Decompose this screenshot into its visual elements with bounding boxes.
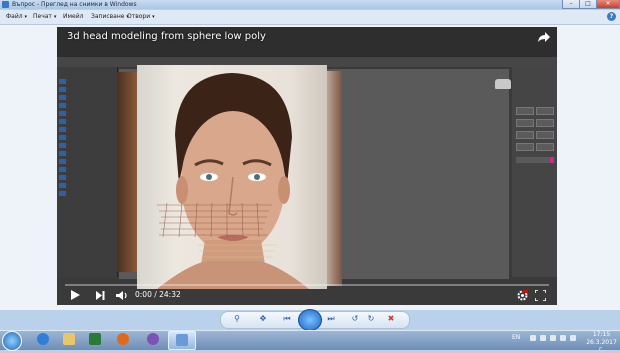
face-reference-drawing — [157, 73, 309, 289]
photo-viewer-icon[interactable] — [168, 331, 196, 350]
fullscreen-icon[interactable] — [535, 290, 546, 301]
close-icon: ✕ — [605, 0, 611, 7]
panel-button — [516, 143, 534, 151]
menu-print[interactable]: Печат ▾ — [33, 10, 56, 24]
notification-icon[interactable] — [570, 335, 576, 341]
panel-button — [536, 119, 554, 127]
color-swatch-row — [516, 157, 552, 163]
delete-icon[interactable]: ✖ — [384, 312, 398, 326]
share-icon[interactable] — [537, 31, 551, 43]
minimize-button[interactable]: – — [562, 0, 580, 9]
clock-date[interactable]: 26.3.2017 г. — [585, 339, 618, 353]
title-bar[interactable]: Въпрос - Преглед на снимки в Windows — [0, 0, 620, 9]
maximize-icon: □ — [585, 0, 591, 7]
app-left-icons — [59, 79, 66, 199]
menu-email[interactable]: Имейл — [63, 10, 83, 24]
close-button[interactable]: ✕ — [596, 0, 620, 9]
time-display: 0:00 / 24:32 — [135, 290, 181, 299]
app-icon — [2, 1, 9, 8]
tray-icon[interactable] — [540, 335, 546, 341]
fit-icon[interactable]: ✥ — [256, 312, 270, 326]
volume-icon[interactable] — [115, 290, 128, 301]
settings-icon[interactable] — [517, 290, 528, 301]
minimize-icon: – — [569, 0, 573, 7]
menu-save[interactable]: Записване ▾ — [91, 10, 129, 24]
media-player-icon[interactable] — [82, 331, 108, 348]
previous-icon[interactable]: ⏮ — [280, 312, 294, 326]
rotate-left-icon[interactable]: ↺ — [348, 312, 362, 326]
internet-explorer-icon[interactable] — [30, 331, 56, 348]
play-icon[interactable] — [69, 289, 81, 301]
progress-bar[interactable] — [65, 284, 549, 286]
panel-button — [536, 107, 554, 115]
app-right-panel — [512, 67, 557, 277]
zoom-icon[interactable]: ⚲ — [230, 312, 244, 326]
tray-icon[interactable] — [530, 335, 536, 341]
window-title: Въпрос - Преглед на снимки в Windows — [12, 1, 137, 8]
next-icon[interactable] — [95, 291, 105, 300]
panel-button — [516, 107, 534, 115]
start-button[interactable] — [2, 331, 22, 351]
panel-button — [536, 131, 554, 139]
hat-icon — [495, 79, 511, 89]
side-reference-photo — [117, 72, 137, 272]
video-player[interactable]: 3d head modeling from sphere low poly 0:… — [57, 27, 557, 305]
network-icon[interactable] — [550, 335, 556, 341]
menu-open[interactable]: Отвори ▾ — [127, 10, 155, 24]
maximize-button[interactable]: □ — [579, 0, 597, 9]
panel-button — [536, 143, 554, 151]
slideshow-icon[interactable] — [298, 309, 322, 331]
video-title[interactable]: 3d head modeling from sphere low poly — [67, 31, 266, 42]
viber-icon[interactable] — [140, 331, 166, 348]
clock-time[interactable]: 17:15 — [585, 331, 618, 338]
panel-button — [516, 131, 534, 139]
panel-button — [516, 119, 534, 127]
side-reference-photo-right — [327, 71, 342, 286]
language-indicator[interactable]: EN — [512, 334, 520, 341]
volume-tray-icon[interactable] — [560, 335, 566, 341]
help-icon[interactable]: ? — [607, 12, 616, 21]
chevron-down-icon: ▾ — [152, 14, 155, 20]
modeling-app-screenshot — [57, 27, 557, 305]
next-image-icon[interactable]: ⏭ — [324, 312, 338, 326]
firefox-icon[interactable] — [110, 331, 136, 348]
menu-file[interactable]: Файл ▾ — [6, 10, 27, 24]
app-left-panel — [57, 67, 118, 277]
rotate-right-icon[interactable]: ↻ — [364, 312, 378, 326]
chevron-down-icon: ▾ — [53, 14, 57, 20]
chevron-down-icon: ▾ — [24, 14, 28, 20]
file-explorer-icon[interactable] — [56, 331, 82, 348]
color-swatch — [550, 157, 554, 163]
